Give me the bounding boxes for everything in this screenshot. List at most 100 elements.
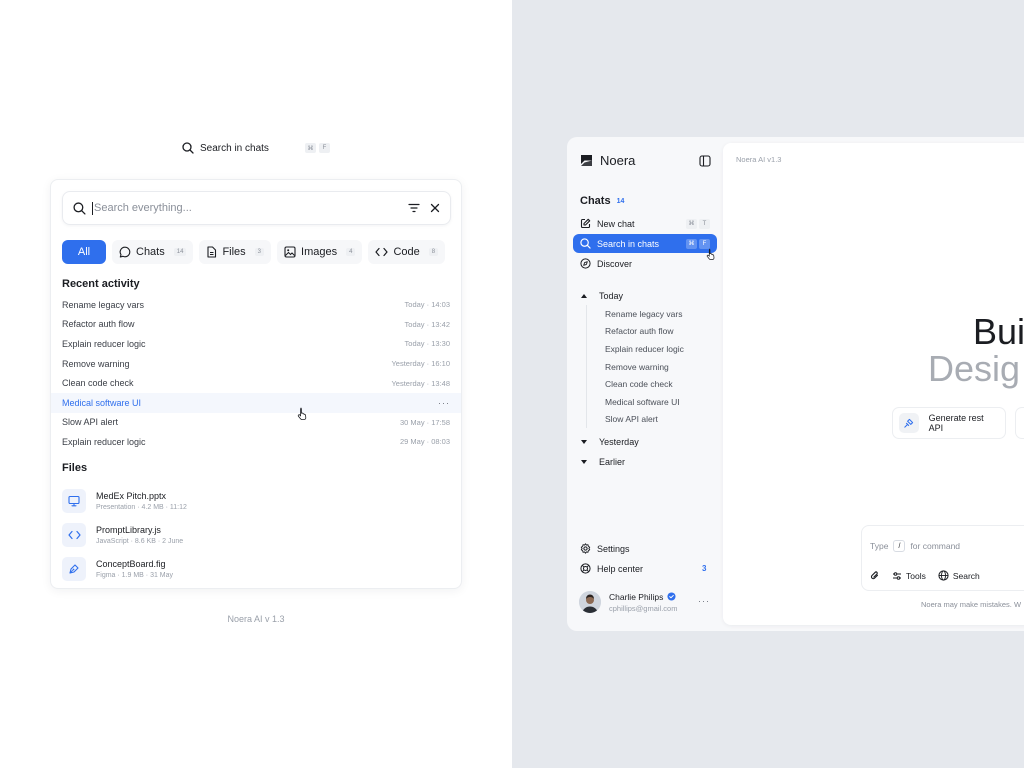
- type-text: Type: [870, 541, 889, 551]
- sidebar-toggle-icon[interactable]: [699, 155, 711, 167]
- caret-down-icon: [581, 440, 587, 444]
- suggestion-chip[interactable]: [1015, 407, 1024, 439]
- user-name-row: Charlie Philips: [609, 592, 677, 602]
- noera-logo-icon: [580, 154, 593, 167]
- suggestion-chip-generate-rest-api[interactable]: Generate rest API: [892, 407, 1006, 439]
- globe-icon: [938, 570, 949, 581]
- group-earlier[interactable]: Earlier: [581, 457, 625, 467]
- item-title: Slow API alert: [62, 417, 119, 428]
- caret-down-icon: [581, 460, 587, 464]
- brand[interactable]: Noera: [580, 153, 635, 168]
- list-item[interactable]: Clean code check Yesterday · 13:48: [51, 373, 461, 393]
- plug-icon: [899, 413, 919, 433]
- kbd-command: ⌘: [686, 218, 697, 229]
- item-title: Clean code check: [62, 378, 134, 389]
- file-name: ConceptBoard.fig: [96, 559, 166, 569]
- list-item[interactable]: Remove warning Yesterday · 16:10: [51, 354, 461, 374]
- tab-count: 3: [254, 248, 265, 256]
- file-meta: Presentation · 4.2 MB · 11:12: [96, 504, 187, 511]
- discover-button[interactable]: Discover: [573, 254, 717, 273]
- presentation-icon: [62, 489, 86, 513]
- web-search-button[interactable]: Search: [938, 570, 980, 581]
- chat-bubble-icon: [119, 246, 131, 258]
- chat-item[interactable]: Refactor auth flow: [605, 323, 684, 341]
- chip-label: Generate rest API: [928, 413, 984, 433]
- sliders-icon: [892, 571, 902, 581]
- tab-label: Code: [393, 246, 420, 258]
- search-in-chats-trigger[interactable]: Search in chats ⌘ F: [182, 140, 330, 156]
- item-time: Yesterday · 13:48: [391, 378, 450, 388]
- list-item[interactable]: Explain reducer logic Today · 13:30: [51, 334, 461, 354]
- help-count-badge: 3: [702, 564, 707, 573]
- user-info: Charlie Philips cphillips@gmail.com: [609, 592, 677, 613]
- file-item[interactable]: MedEx Pitch.pptx Presentation · 4.2 MB ·…: [62, 484, 187, 518]
- help-center-button[interactable]: Help center: [580, 563, 643, 574]
- composer-placeholder: Type / for command: [870, 540, 960, 552]
- chat-item[interactable]: Remove warning: [605, 358, 684, 376]
- file-name: MedEx Pitch.pptx: [96, 491, 167, 501]
- chats-heading: Chats 14: [580, 195, 624, 207]
- tools-button[interactable]: Tools: [892, 571, 926, 581]
- search-in-chats-button[interactable]: Search in chats ⌘ F: [573, 234, 717, 253]
- attach-button[interactable]: [870, 570, 880, 581]
- trigger-shortcut: ⌘ F: [304, 143, 330, 153]
- more-options-button[interactable]: ···: [438, 398, 450, 408]
- item-title: Explain reducer logic: [62, 338, 146, 349]
- tab-chats[interactable]: Chats 14: [112, 240, 194, 264]
- list-item[interactable]: Slow API alert 30 May · 17:58: [51, 413, 461, 433]
- item-time: 30 May · 17:58: [399, 417, 450, 427]
- verified-badge-icon: [667, 592, 676, 601]
- nav-label: Search in chats: [597, 238, 660, 249]
- user-email: cphillips@gmail.com: [609, 603, 678, 613]
- group-today[interactable]: Today: [581, 291, 623, 301]
- user-more-button[interactable]: ···: [698, 596, 710, 606]
- file-text: ConceptBoard.fig Figma · 1.9 MB · 31 May: [96, 559, 173, 579]
- user-profile[interactable]: Charlie Philips cphillips@gmail.com: [579, 591, 677, 613]
- left-panel-area: Search in chats ⌘ F All: [0, 0, 512, 768]
- item-title: Medical software UI: [62, 397, 142, 408]
- chat-item[interactable]: Explain reducer logic: [605, 340, 684, 358]
- file-icon: [206, 246, 217, 258]
- image-icon: [284, 246, 296, 258]
- tools-label: Tools: [906, 570, 926, 581]
- chats-count: 14: [616, 197, 625, 205]
- message-composer[interactable]: Type / for command Tools Search: [861, 525, 1024, 591]
- tab-count: 14: [173, 248, 187, 256]
- list-item[interactable]: Explain reducer logic 29 May · 08:03: [51, 432, 461, 452]
- file-item[interactable]: PromptLibrary.js JavaScript · 8.6 KB · 2…: [62, 518, 187, 552]
- kbd-f: F: [699, 238, 710, 249]
- file-meta: JavaScript · 8.6 KB · 2 June: [96, 538, 184, 545]
- kbd-command: ⌘: [686, 238, 697, 249]
- search-input[interactable]: [94, 202, 384, 214]
- list-item[interactable]: Rename legacy vars Today · 14:03: [51, 295, 461, 315]
- search-bar: [62, 191, 451, 225]
- search-icon: [182, 142, 194, 154]
- chat-item[interactable]: Slow API alert: [605, 411, 684, 429]
- caret-up-icon: [581, 294, 587, 298]
- slash-key: /: [893, 540, 906, 552]
- tab-code[interactable]: Code 8: [368, 240, 446, 264]
- filter-icon[interactable]: [408, 203, 420, 213]
- nav-label: New chat: [597, 218, 635, 229]
- item-time: Yesterday · 16:10: [391, 359, 450, 369]
- close-icon[interactable]: [430, 203, 440, 213]
- tab-files[interactable]: Files 3: [199, 240, 272, 264]
- list-item-hovered[interactable]: Medical software UI ···: [51, 392, 461, 413]
- trigger-label: Search in chats: [200, 142, 269, 154]
- group-yesterday[interactable]: Yesterday: [581, 437, 639, 447]
- tab-all[interactable]: All: [62, 240, 106, 264]
- tab-count: 4: [346, 248, 356, 256]
- chat-item[interactable]: Clean code check: [605, 375, 684, 393]
- new-chat-button[interactable]: New chat ⌘ T: [573, 214, 717, 233]
- tab-images[interactable]: Images 4: [277, 240, 363, 264]
- files-list: MedEx Pitch.pptx Presentation · 4.2 MB ·…: [62, 484, 187, 586]
- recent-activity-heading: Recent activity: [62, 278, 140, 290]
- hero-heading-line2: Desig: [928, 348, 1021, 389]
- chat-item[interactable]: Medical software UI: [605, 393, 684, 411]
- list-item[interactable]: Refactor auth flow Today · 13:42: [51, 315, 461, 335]
- chat-item[interactable]: Rename legacy vars: [605, 305, 684, 323]
- settings-button[interactable]: Settings: [580, 543, 630, 554]
- file-item[interactable]: ConceptBoard.fig Figma · 1.9 MB · 31 May: [62, 552, 187, 586]
- item-title: Rename legacy vars: [62, 299, 145, 310]
- item-title: Remove warning: [62, 358, 130, 369]
